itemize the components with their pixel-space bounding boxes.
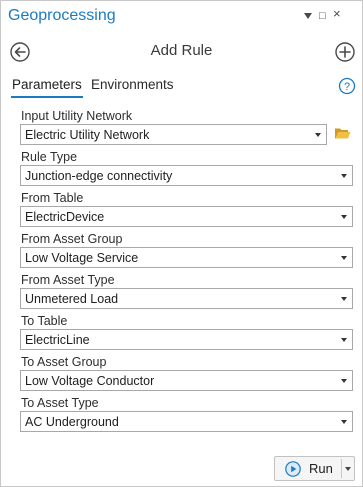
rule-type-dropdown[interactable]: Junction-edge connectivity — [20, 165, 353, 186]
add-circle-icon[interactable] — [334, 41, 356, 63]
close-icon[interactable]: × — [333, 7, 341, 20]
title-bar: Geoprocessing □ × — [1, 1, 362, 33]
dropdown-value: Low Voltage Service — [25, 251, 139, 265]
window-title: Geoprocessing — [8, 7, 116, 24]
tab-parameters[interactable]: Parameters — [11, 77, 83, 98]
run-button[interactable]: Run — [274, 456, 355, 481]
chevron-down-icon[interactable] — [315, 133, 321, 137]
input-utility-network-dropdown[interactable]: Electric Utility Network — [20, 124, 327, 145]
tool-title: Add Rule — [150, 42, 213, 59]
play-icon — [285, 461, 301, 477]
tool-header: Add Rule — [1, 39, 362, 67]
from-asset-type-dropdown[interactable]: Unmetered Load — [20, 288, 353, 309]
dropdown-value: Electric Utility Network — [25, 128, 150, 142]
chevron-down-icon[interactable] — [341, 297, 347, 301]
folder-browse-icon[interactable] — [334, 126, 351, 140]
chevron-down-icon[interactable] — [341, 338, 347, 342]
to-asset-type-dropdown[interactable]: AC Underground — [20, 411, 353, 432]
dropdown-value: Junction-edge connectivity — [25, 169, 173, 183]
field-label-from-table: From Table — [21, 191, 84, 205]
tab-environments[interactable]: Environments — [91, 77, 174, 92]
to-table-dropdown[interactable]: ElectricLine — [20, 329, 353, 350]
chevron-down-icon[interactable] — [341, 174, 347, 178]
field-label-from-asset-type: From Asset Type — [21, 273, 115, 287]
field-label-to-table: To Table — [21, 314, 68, 328]
svg-text:?: ? — [344, 81, 350, 93]
pin-icon[interactable] — [304, 10, 312, 23]
from-table-dropdown[interactable]: ElectricDevice — [20, 206, 353, 227]
bottom-bar: Run — [1, 446, 362, 486]
dropdown-value: ElectricLine — [25, 333, 90, 347]
chevron-down-icon[interactable] — [341, 379, 347, 383]
chevron-down-icon[interactable] — [341, 420, 347, 424]
dropdown-value: Low Voltage Conductor — [25, 374, 155, 388]
from-asset-group-dropdown[interactable]: Low Voltage Service — [20, 247, 353, 268]
dropdown-value: ElectricDevice — [25, 210, 105, 224]
dropdown-value: Unmetered Load — [25, 292, 119, 306]
dock-icon[interactable]: □ — [319, 10, 326, 22]
run-label: Run — [309, 461, 333, 476]
field-label-to-asset-type: To Asset Type — [21, 396, 99, 410]
field-label-rule-type: Rule Type — [21, 150, 78, 164]
chevron-down-icon[interactable] — [341, 256, 347, 260]
dropdown-value: AC Underground — [25, 415, 119, 429]
geoprocessing-pane: Geoprocessing □ × Add Rule Parameters En… — [0, 0, 363, 487]
chevron-down-icon[interactable] — [341, 215, 347, 219]
help-icon[interactable]: ? — [338, 77, 356, 95]
chevron-down-icon[interactable] — [345, 467, 351, 471]
field-label-from-asset-group: From Asset Group — [21, 232, 123, 246]
to-asset-group-dropdown[interactable]: Low Voltage Conductor — [20, 370, 353, 391]
field-label-input-utility-network: Input Utility Network — [21, 109, 133, 123]
divider — [341, 459, 342, 478]
field-label-to-asset-group: To Asset Group — [21, 355, 107, 369]
